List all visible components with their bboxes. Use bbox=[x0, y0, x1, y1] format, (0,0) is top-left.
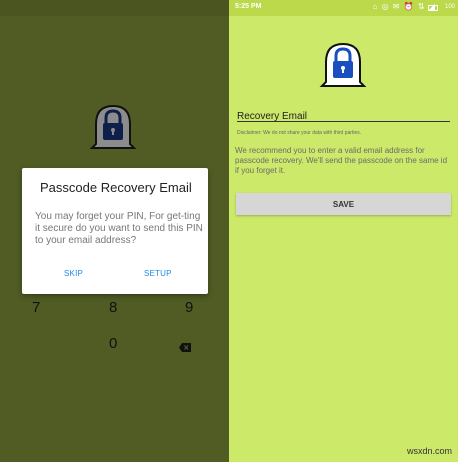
save-button[interactable]: SAVE bbox=[236, 193, 451, 215]
setup-button[interactable]: SETUP bbox=[144, 269, 172, 278]
keypad-key-8[interactable]: 8 bbox=[109, 299, 117, 316]
left-screen: Passcode Recovery Email You may forget y… bbox=[0, 0, 229, 462]
dialog-message: You may forget your PIN, For get-ting it… bbox=[35, 211, 203, 246]
watermark: wsxdn.com bbox=[406, 446, 452, 456]
status-icons: ⌂ ◎ ✉ ⏰ ⇅ ◢ bbox=[372, 2, 436, 11]
status-bar: 5:25 PM ⌂ ◎ ✉ ⏰ ⇅ ◢ 100 bbox=[229, 0, 458, 16]
ghost-lock-icon bbox=[318, 40, 368, 90]
backspace-icon[interactable] bbox=[179, 339, 191, 352]
keypad-key-7[interactable]: 7 bbox=[32, 299, 40, 316]
dimmed-status-bar bbox=[0, 0, 229, 16]
keypad-key-9[interactable]: 9 bbox=[185, 299, 193, 316]
skip-button[interactable]: SKIP bbox=[64, 269, 83, 278]
keypad-key-0[interactable]: 0 bbox=[109, 335, 117, 352]
recovery-email-field[interactable] bbox=[237, 106, 450, 124]
recovery-email-dialog: Passcode Recovery Email You may forget y… bbox=[22, 168, 208, 294]
recommendation-text: We recommend you to enter a valid email … bbox=[235, 146, 448, 175]
right-screen: 5:25 PM ⌂ ◎ ✉ ⏰ ⇅ ◢ 100 Disclaimer: We d… bbox=[229, 0, 458, 462]
battery-icon bbox=[428, 5, 438, 11]
ghost-lock-icon bbox=[88, 100, 138, 152]
status-time: 5:25 PM bbox=[235, 3, 262, 10]
disclaimer-text: Disclaimer: We do not share your data wi… bbox=[237, 130, 362, 136]
recovery-email-input[interactable] bbox=[237, 109, 450, 124]
dialog-title: Passcode Recovery Email bbox=[40, 180, 192, 195]
battery-percent: 100 bbox=[444, 4, 455, 10]
